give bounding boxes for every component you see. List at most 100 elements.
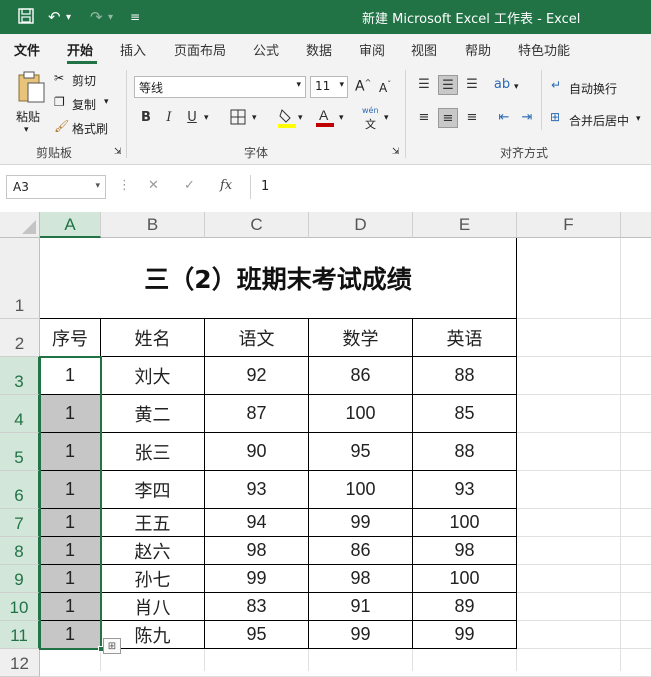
align-middle-icon[interactable]: ☰ xyxy=(438,75,458,95)
column-header-b[interactable]: B xyxy=(101,212,205,238)
tab-special-features[interactable]: 特色功能 xyxy=(518,40,570,59)
cancel-icon[interactable]: ✕ xyxy=(148,178,159,193)
font-color-button[interactable]: A xyxy=(316,106,334,131)
table-cell[interactable]: 92 xyxy=(205,357,309,395)
table-cell[interactable]: 98 xyxy=(413,537,517,565)
tab-data[interactable]: 数据 xyxy=(306,40,332,59)
table-cell[interactable]: 90 xyxy=(205,433,309,471)
header-cell-math[interactable]: 数学 xyxy=(309,319,413,357)
align-center-icon[interactable]: ≡ xyxy=(438,108,458,128)
name-box-dropdown-icon[interactable]: ▾ xyxy=(95,181,100,191)
table-cell[interactable]: 88 xyxy=(413,433,517,471)
row-header-8[interactable]: 8 xyxy=(0,537,40,565)
table-cell[interactable]: 93 xyxy=(413,471,517,509)
table-cell[interactable]: 83 xyxy=(205,593,309,621)
tab-review[interactable]: 审阅 xyxy=(359,40,385,59)
row-header-10[interactable]: 10 xyxy=(0,593,40,621)
tab-home[interactable]: 开始 xyxy=(67,40,93,59)
table-cell[interactable]: 91 xyxy=(309,593,413,621)
row-header-3[interactable]: 3 xyxy=(0,357,40,395)
tab-file[interactable]: 文件 xyxy=(14,40,40,59)
borders-dropdown-icon[interactable]: ▾ xyxy=(252,113,257,123)
copy-button[interactable]: 复制 xyxy=(72,96,96,113)
tab-insert[interactable]: 插入 xyxy=(120,40,146,59)
row-header-12[interactable]: 12 xyxy=(0,649,40,677)
row-header-4[interactable]: 4 xyxy=(0,395,40,433)
merge-center-dropdown-icon[interactable]: ▾ xyxy=(636,114,641,124)
row-header-1[interactable]: 1 xyxy=(0,238,40,319)
column-header-c[interactable]: C xyxy=(205,212,309,238)
save-icon[interactable] xyxy=(18,8,34,28)
clipboard-launcher-icon[interactable]: ⇲ xyxy=(114,147,122,157)
column-header-e[interactable]: E xyxy=(413,212,517,238)
table-cell[interactable]: 张三 xyxy=(101,433,205,471)
enter-icon[interactable]: ✓ xyxy=(184,178,195,193)
increase-indent-icon[interactable]: ⇥ xyxy=(517,108,537,128)
merge-center-button[interactable]: 合并后居中 xyxy=(569,112,629,129)
row-header-2[interactable]: 2 xyxy=(0,319,40,357)
table-cell[interactable]: 94 xyxy=(205,509,309,537)
orientation-icon[interactable]: ab xyxy=(492,75,512,95)
table-cell[interactable]: 95 xyxy=(205,621,309,649)
row-header-9[interactable]: 9 xyxy=(0,565,40,593)
undo-dropdown-icon[interactable]: ▾ xyxy=(66,12,71,23)
table-cell[interactable]: 89 xyxy=(413,593,517,621)
table-cell[interactable]: 93 xyxy=(205,471,309,509)
tab-view[interactable]: 视图 xyxy=(411,40,437,59)
format-painter-button[interactable]: 格式刷 xyxy=(72,120,108,137)
font-color-dropdown-icon[interactable]: ▾ xyxy=(339,113,344,123)
spreadsheet-grid[interactable]: A B C D E F 1 2 3 4 5 6 7 8 9 10 11 12 三… xyxy=(0,212,651,677)
font-launcher-icon[interactable]: ⇲ xyxy=(392,147,400,157)
auto-fill-options-icon[interactable]: ⊞ xyxy=(103,638,121,654)
table-cell[interactable]: 87 xyxy=(205,395,309,433)
font-size-field[interactable]: 11 ▾ xyxy=(310,76,348,98)
grow-font-button[interactable]: A^ xyxy=(355,78,371,95)
borders-button[interactable] xyxy=(230,109,246,128)
italic-button[interactable]: I xyxy=(159,108,179,128)
table-cell[interactable]: 99 xyxy=(205,565,309,593)
header-cell-name[interactable]: 姓名 xyxy=(101,319,205,357)
table-cell[interactable]: 99 xyxy=(309,509,413,537)
table-cell[interactable]: 赵六 xyxy=(101,537,205,565)
table-cell[interactable]: 黄二 xyxy=(101,395,205,433)
column-header-f[interactable]: F xyxy=(517,212,621,238)
font-name-field[interactable]: 等线 ▾ xyxy=(134,76,306,98)
redo-dropdown-icon[interactable]: ▾ xyxy=(108,12,113,23)
table-cell[interactable]: 王五 xyxy=(101,509,205,537)
table-cell[interactable]: 99 xyxy=(309,621,413,649)
copy-dropdown-icon[interactable]: ▾ xyxy=(104,97,109,107)
table-cell[interactable]: 88 xyxy=(413,357,517,395)
row-header-6[interactable]: 6 xyxy=(0,471,40,509)
table-cell[interactable]: 李四 xyxy=(101,471,205,509)
table-cell[interactable]: 86 xyxy=(309,357,413,395)
table-cell[interactable]: 98 xyxy=(205,537,309,565)
table-cell[interactable]: 86 xyxy=(309,537,413,565)
sheet-title-cell[interactable]: 三（2）班期末考试成绩 xyxy=(40,238,517,319)
column-header-g[interactable] xyxy=(621,212,651,238)
column-header-d[interactable]: D xyxy=(309,212,413,238)
phonetic-guide-button[interactable]: wén xyxy=(362,106,379,115)
orientation-dropdown-icon[interactable]: ▾ xyxy=(514,82,519,92)
table-cell[interactable]: 100 xyxy=(413,509,517,537)
table-cell[interactable]: 100 xyxy=(309,395,413,433)
table-cell[interactable]: 100 xyxy=(309,471,413,509)
customize-qat-icon[interactable]: ≡ xyxy=(130,10,140,24)
header-cell-chinese[interactable]: 语文 xyxy=(205,319,309,357)
underline-button[interactable]: U xyxy=(182,108,202,128)
table-cell[interactable]: 刘大 xyxy=(101,357,205,395)
decrease-indent-icon[interactable]: ⇤ xyxy=(494,108,514,128)
tab-help[interactable]: 帮助 xyxy=(465,40,491,59)
table-cell[interactable]: 85 xyxy=(413,395,517,433)
header-cell-no[interactable]: 序号 xyxy=(40,319,101,357)
underline-dropdown-icon[interactable]: ▾ xyxy=(204,113,209,123)
tab-formulas[interactable]: 公式 xyxy=(253,40,279,59)
fill-color-button[interactable] xyxy=(278,108,296,131)
align-right-icon[interactable]: ≡ xyxy=(462,108,482,128)
paste-button[interactable]: 粘贴 ▾ xyxy=(14,70,48,140)
name-box[interactable]: A3 ▾ xyxy=(6,175,106,199)
select-all-corner[interactable] xyxy=(0,212,40,238)
table-cell[interactable]: 100 xyxy=(413,565,517,593)
phonetic-dropdown-icon[interactable]: ▾ xyxy=(384,113,389,123)
column-header-a[interactable]: A xyxy=(40,212,101,238)
table-cell[interactable]: 孙七 xyxy=(101,565,205,593)
